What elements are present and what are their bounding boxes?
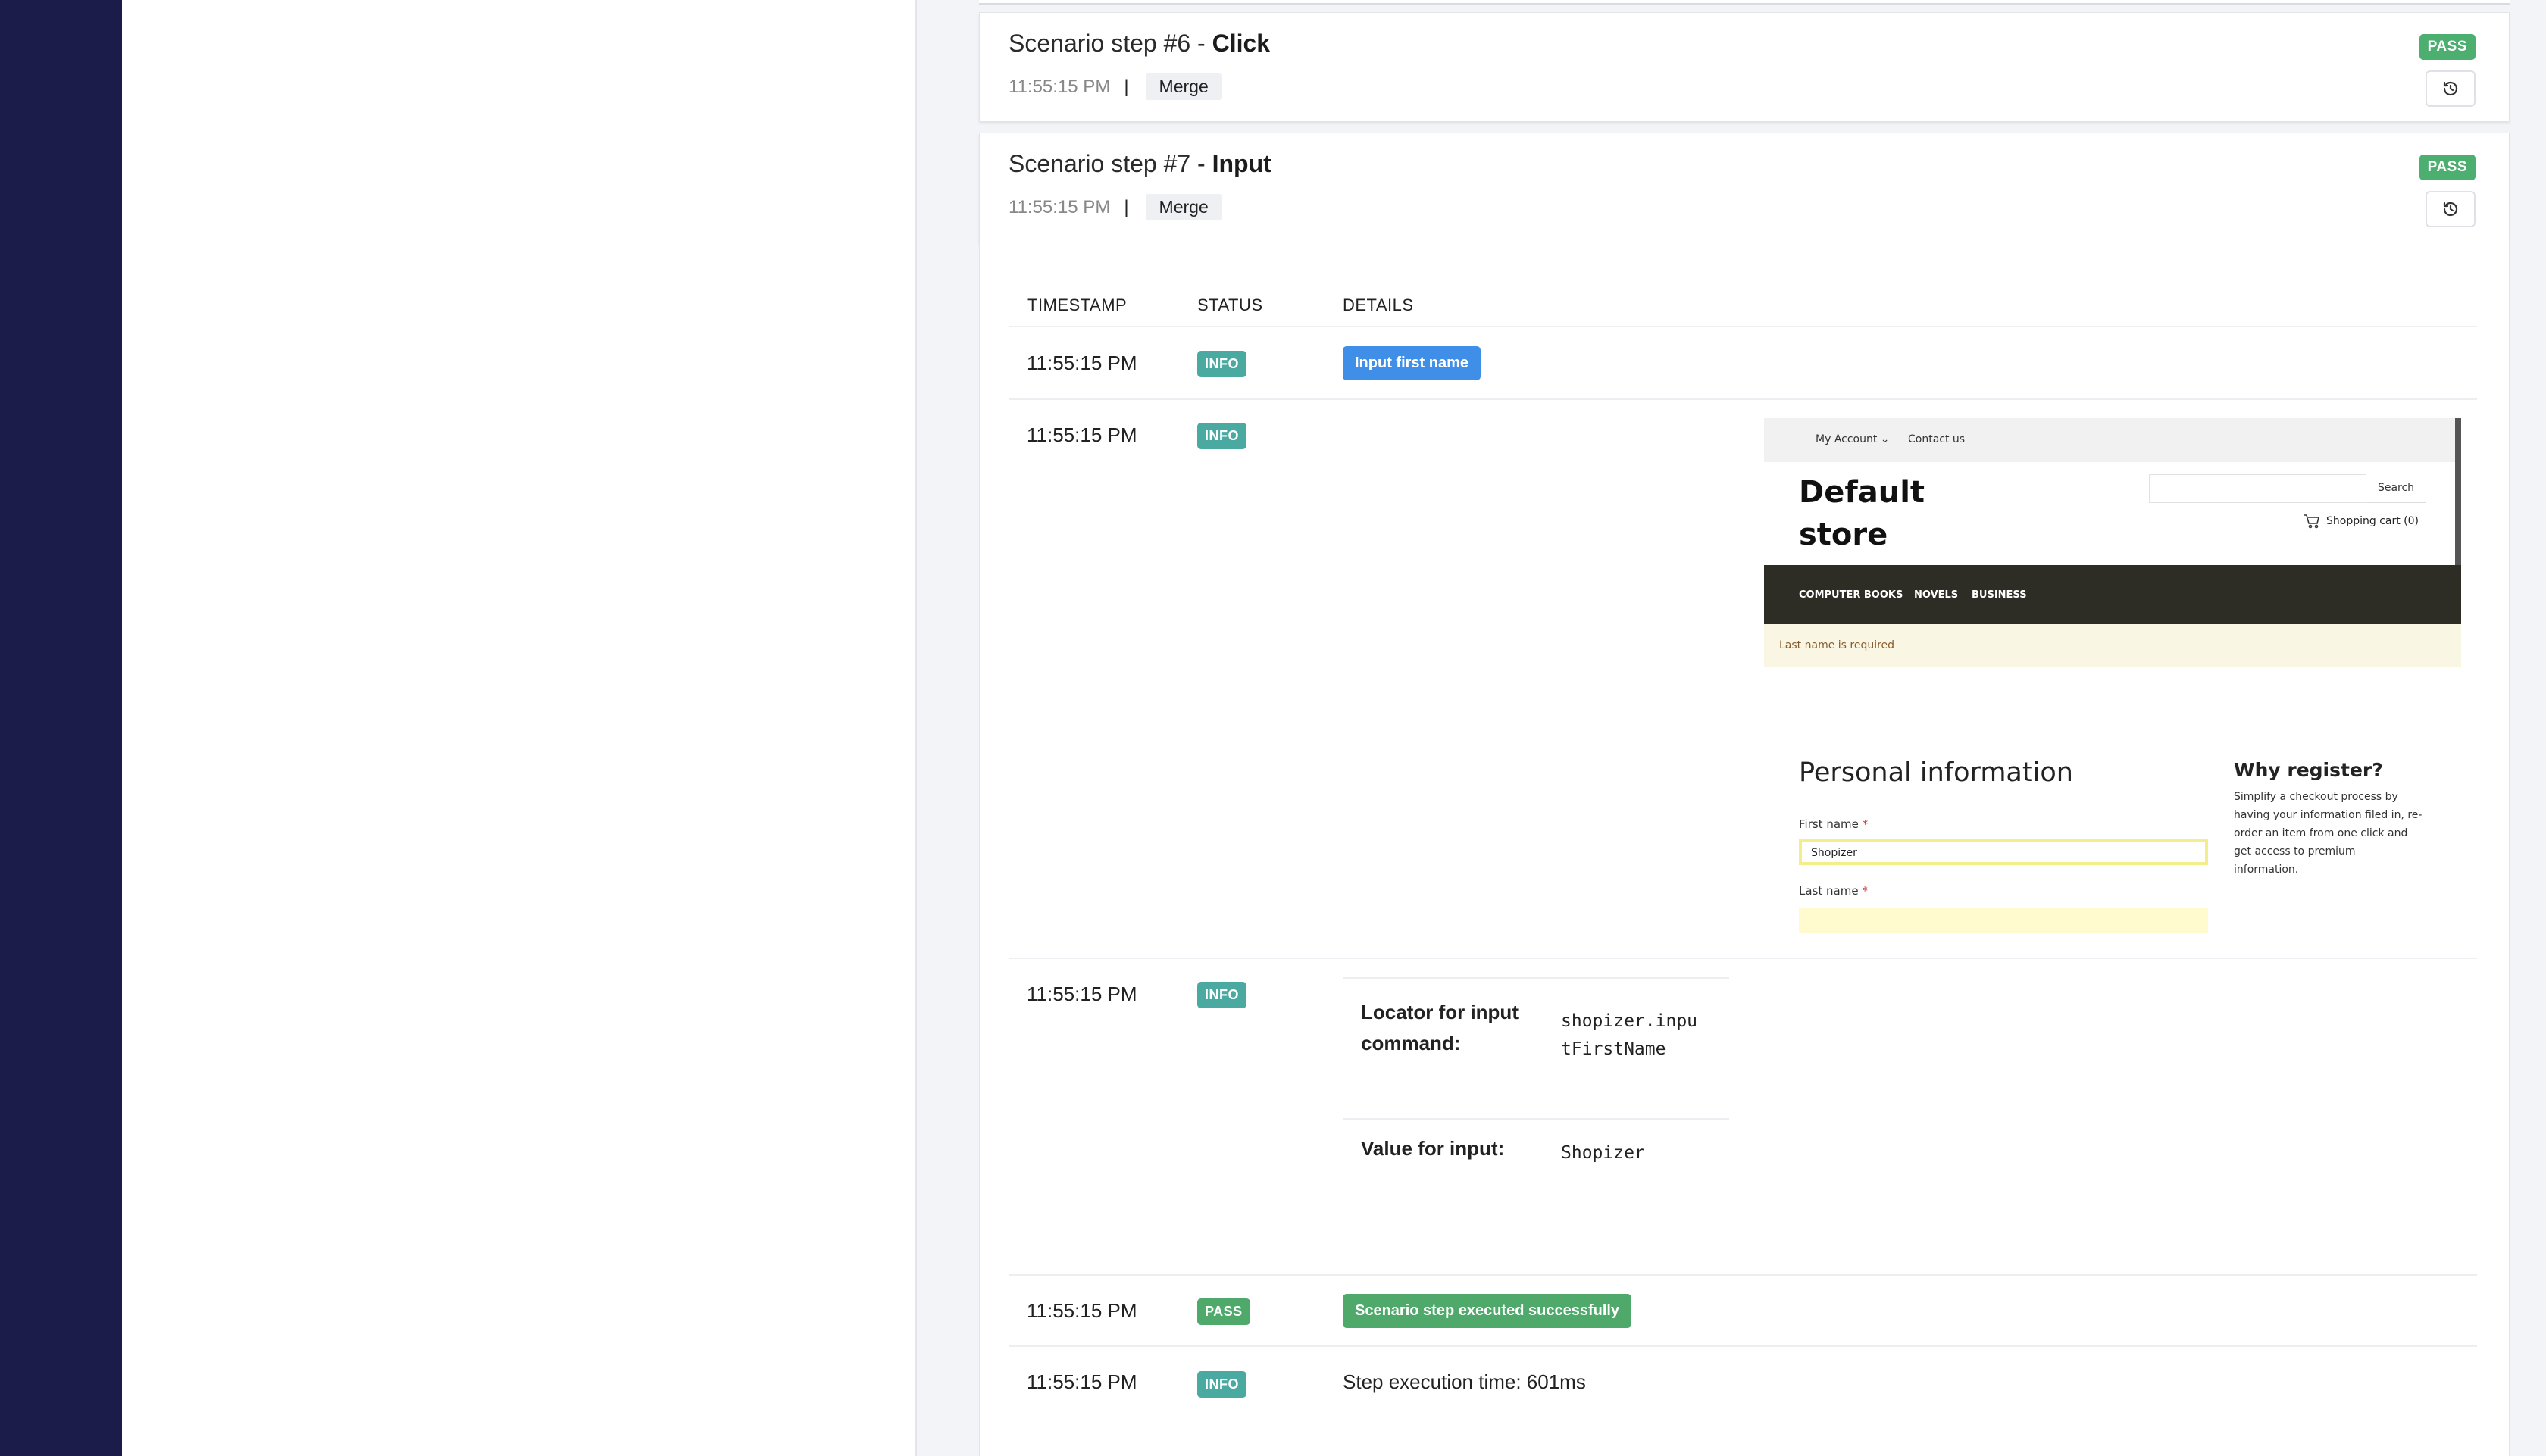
column-header-status: STATUS	[1197, 295, 1263, 314]
shopping-cart: Shopping cart (0)	[2304, 514, 2419, 529]
locator-value: shopizer.inputFirstName	[1561, 1011, 1698, 1059]
cart-icon	[2304, 514, 2320, 529]
personal-information-title: Personal information	[1799, 758, 2073, 788]
status-badge: INFO	[1197, 423, 1246, 449]
history-button[interactable]	[2426, 191, 2476, 227]
report-main: Scenario step #6 - Click 11:55:15 PM | M…	[979, 0, 2510, 1456]
why-register-title: Why register?	[2234, 759, 2383, 781]
detail-badge: Input first name	[1343, 346, 1481, 380]
history-icon	[2443, 81, 2458, 96]
chevron-down-icon: ⌄	[1880, 433, 1890, 445]
scenario-step-7-card[interactable]: Scenario step #7 - Input 11:55:15 PM | M…	[979, 133, 2510, 245]
last-name-label: Last name *	[1799, 884, 1868, 898]
required-mark: *	[1862, 817, 1869, 831]
app-sidebar	[0, 0, 122, 1456]
store-category-nav: COMPUTER BOOKS NOVELS BUSINESS	[1764, 565, 2461, 624]
last-name-label-text: Last name	[1799, 884, 1859, 898]
detail-badge: Scenario step executed successfully	[1343, 1294, 1632, 1328]
history-icon	[2443, 202, 2458, 217]
row-divider	[1009, 1274, 2477, 1276]
step-screenshot[interactable]: My Account ⌄ Contact us Default store Se…	[1764, 418, 2461, 941]
store-title-line: Default	[1799, 475, 1925, 510]
status-badge: PASS	[2419, 155, 2476, 180]
nav-item-novels: NOVELS	[1914, 589, 1959, 601]
status-badge: PASS	[1197, 1298, 1250, 1325]
step-title-prefix: Scenario step #6 -	[1009, 30, 1212, 57]
why-register-text: Simplify a checkout process by having yo…	[2234, 791, 2422, 876]
value-row: Value for input: Shopizer	[1343, 1118, 1729, 1188]
store-search-button: Search	[2366, 473, 2426, 503]
my-account-label: My Account	[1816, 433, 1878, 445]
step-meta: 11:55:15 PM | Merge	[1009, 194, 1222, 220]
input-value: Shopizer	[1561, 1143, 1645, 1163]
row-divider	[1009, 1345, 2477, 1347]
contact-us-link: Contact us	[1908, 433, 1966, 445]
value-label: Value for input:	[1361, 1137, 1505, 1160]
step-title-action: Click	[1212, 30, 1271, 57]
status-badge: PASS	[2419, 34, 2476, 60]
first-name-label: First name *	[1799, 817, 1868, 831]
store-title: Default store	[1799, 471, 1925, 556]
step-title-prefix: Scenario step #7 -	[1009, 150, 1212, 177]
nav-item-business: BUSINESS	[1972, 589, 2027, 601]
first-name-label-text: First name	[1799, 817, 1859, 831]
last-name-field	[1799, 908, 2208, 933]
first-name-field: Shopizer	[1799, 839, 2208, 865]
meta-separator: |	[1124, 76, 1129, 97]
status-badge: INFO	[1197, 1371, 1246, 1398]
meta-separator: |	[1124, 196, 1129, 217]
row-divider	[1009, 326, 2477, 327]
required-mark: *	[1862, 884, 1868, 898]
row-divider	[1009, 958, 2477, 959]
cart-label: Shopping cart (0)	[2326, 515, 2419, 527]
store-search-input	[2149, 474, 2367, 503]
step-time: 11:55:15 PM	[1009, 76, 1111, 97]
column-header-timestamp: TIMESTAMP	[1027, 295, 1128, 314]
screenshot-scrollbar	[2455, 418, 2461, 585]
step-time: 11:55:15 PM	[1009, 196, 1111, 217]
first-name-value: Shopizer	[1811, 847, 1857, 859]
locator-label: Locator for input command:	[1361, 1001, 1519, 1055]
log-timestamp: 11:55:15 PM	[1027, 352, 1137, 374]
left-panel	[122, 0, 917, 1456]
merge-tag: Merge	[1145, 73, 1222, 100]
execution-time-text: Step execution time: 601ms	[1343, 1370, 1586, 1393]
step-meta: 11:55:15 PM | Merge	[1009, 73, 1222, 100]
nav-item-computer-books: COMPUTER BOOKS	[1799, 589, 1903, 601]
log-timestamp: 11:55:15 PM	[1027, 423, 1137, 446]
my-account-link: My Account ⌄	[1816, 433, 1890, 445]
step-title-action: Input	[1212, 150, 1271, 177]
row-divider	[1009, 398, 2477, 400]
validation-alert: Last name is required	[1764, 624, 2461, 667]
alert-text: Last name is required	[1779, 639, 1895, 651]
store-title-line: store	[1799, 517, 1888, 552]
log-timestamp: 11:55:15 PM	[1027, 1299, 1137, 1322]
status-badge: INFO	[1197, 351, 1246, 377]
history-button[interactable]	[2426, 70, 2476, 107]
merge-tag: Merge	[1145, 194, 1222, 220]
locator-row: Locator for input command: shopizer.inpu…	[1343, 977, 1729, 1120]
status-badge: INFO	[1197, 982, 1246, 1008]
column-header-details: DETAILS	[1343, 295, 1414, 314]
log-timestamp: 11:55:15 PM	[1027, 1370, 1137, 1393]
scenario-step-6-card[interactable]: Scenario step #6 - Click 11:55:15 PM | M…	[979, 12, 2510, 122]
previous-step-edge	[979, 0, 2510, 5]
step-title: Scenario step #7 - Input	[1009, 150, 1271, 178]
step-title: Scenario step #6 - Click	[1009, 30, 1270, 58]
log-timestamp: 11:55:15 PM	[1027, 983, 1137, 1005]
